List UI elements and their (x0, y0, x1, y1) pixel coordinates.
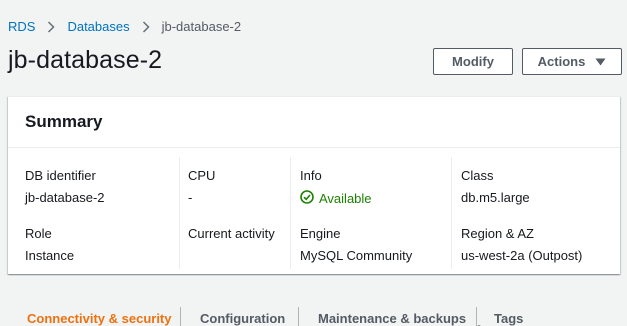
class-label: Class (461, 168, 494, 183)
db-identifier-label: DB identifier (25, 168, 96, 183)
region-az-value: us-west-2a (Outpost) (461, 248, 583, 263)
summary-grid: DB identifier jb-database-2 Role Instanc… (8, 149, 620, 275)
engine-label: Engine (300, 226, 341, 241)
summary-panel: Summary DB identifier jb-database-2 Role… (8, 96, 620, 274)
cpu-label: CPU (188, 168, 216, 183)
tab-connectivity-security[interactable]: Connectivity & security (27, 311, 172, 326)
chevron-right-icon (47, 20, 56, 33)
breadcrumb-link-rds[interactable]: RDS (8, 19, 35, 34)
status-available: Available (300, 190, 372, 207)
tab-divider (180, 307, 181, 326)
engine-value: MySQL Community (300, 248, 413, 263)
tab-divider (298, 307, 299, 326)
tab-tags[interactable]: Tags (494, 311, 523, 326)
summary-header: Summary (8, 97, 620, 148)
tab-maintenance-backups[interactable]: Maintenance & backups (318, 311, 466, 326)
db-identifier-value: jb-database-2 (25, 190, 105, 205)
breadcrumb-current: jb-database-2 (161, 19, 242, 34)
summary-column-2: CPU - Current activity (179, 157, 297, 269)
page-title: jb-database-2 (8, 46, 163, 74)
info-label: Info (300, 168, 322, 183)
chevron-right-icon (142, 20, 150, 33)
modify-button[interactable]: Modify (433, 48, 513, 75)
tab-configuration[interactable]: Configuration (200, 311, 285, 326)
mouse-pointer-icon (475, 320, 483, 326)
breadcrumb-link-databases[interactable]: Databases (67, 19, 129, 34)
breadcrumb: RDS Databases jb-database-2 (8, 19, 241, 34)
region-az-label: Region & AZ (461, 226, 534, 241)
caret-down-icon (595, 58, 606, 66)
summary-title: Summary (25, 112, 103, 131)
class-value: db.m5.large (461, 190, 530, 205)
role-value: Instance (25, 248, 75, 263)
summary-column-1: DB identifier jb-database-2 Role Instanc… (25, 157, 180, 269)
check-circle-icon (300, 190, 314, 207)
cpu-value: - (188, 190, 193, 205)
info-value: Available (319, 191, 372, 206)
role-label: Role (25, 226, 52, 241)
detail-tabs: Connectivity & security Configuration Ma… (0, 300, 627, 326)
actions-button-label: Actions (537, 54, 586, 69)
actions-dropdown-button[interactable]: Actions (522, 48, 622, 75)
summary-column-3: Info Available Engine MySQL Community (290, 157, 450, 269)
summary-column-4: Class db.m5.large Region & AZ us-west-2a… (451, 157, 611, 269)
current-activity-label: Current activity (188, 226, 275, 241)
